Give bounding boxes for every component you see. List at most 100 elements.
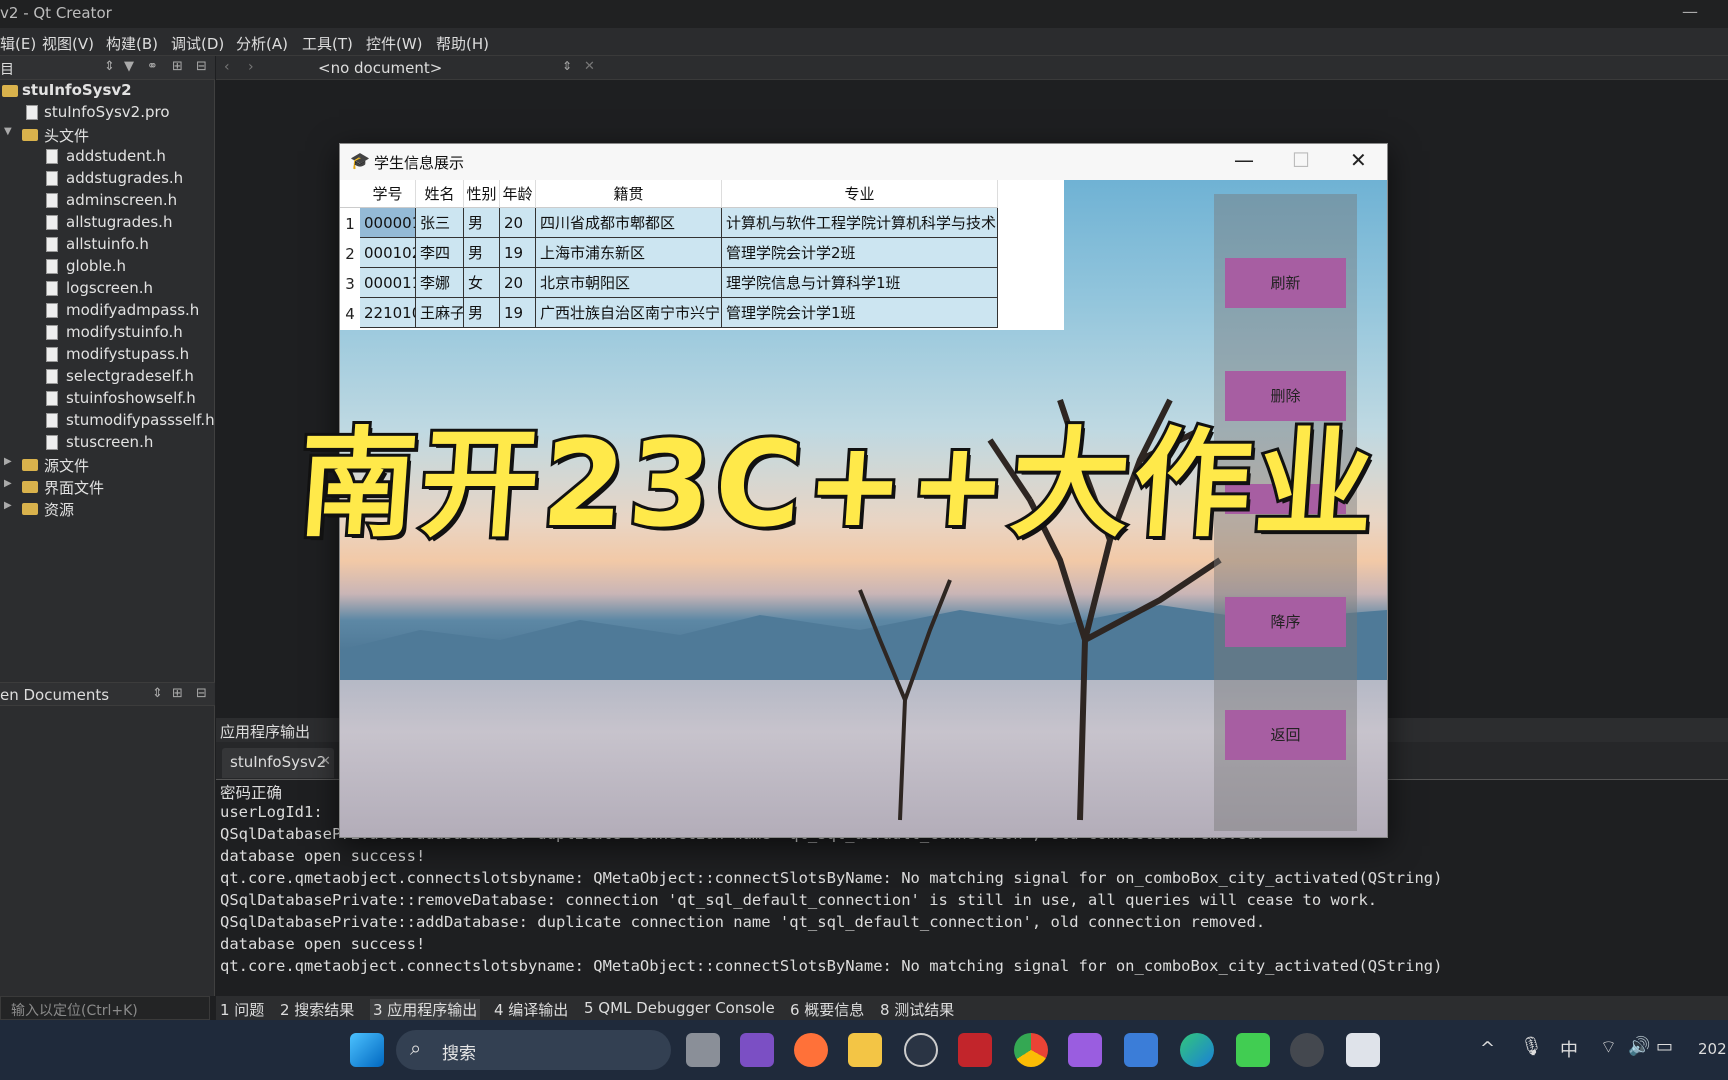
tree-file[interactable]: addstudent.h (0, 146, 215, 168)
status-tab-issues[interactable]: 1 问题 (220, 999, 264, 1020)
menu-controls[interactable]: 控件(W) (366, 33, 423, 54)
close-icon[interactable]: ✕ (1350, 148, 1367, 172)
cell-id[interactable]: 000001 (360, 208, 416, 238)
maximize-icon[interactable]: ☐ (1292, 148, 1310, 172)
column-header-major[interactable]: 专业 (722, 180, 998, 208)
tree-file[interactable]: modifystuinfo.h (0, 322, 215, 344)
cell-origin[interactable]: 广西壮族自治区南宁市兴宁区 (536, 298, 722, 328)
row-number[interactable]: 4 (340, 299, 360, 329)
tree-headers-folder[interactable]: ▼ 头文件 (0, 124, 215, 146)
microphone-icon[interactable]: 🎙 (1520, 1036, 1543, 1057)
tree-file[interactable]: logscreen.h (0, 278, 215, 300)
chevron-right-icon[interactable]: ▶ (4, 456, 12, 467)
cell-sex[interactable]: 男 (464, 238, 500, 268)
status-tab-search[interactable]: 2 搜索结果 (280, 999, 354, 1020)
menu-build[interactable]: 构建(B) (106, 33, 158, 54)
cell-major[interactable]: 计算机与软件工程学院计算机科学与技术2班 (722, 208, 998, 238)
menu-analyze[interactable]: 分析(A) (236, 33, 288, 54)
forward-icon[interactable]: › (248, 59, 254, 75)
cell-age[interactable]: 19 (500, 298, 536, 328)
chevron-right-icon[interactable]: ▶ (4, 500, 12, 511)
cell-major[interactable]: 管理学院会计学2班 (722, 238, 998, 268)
tree-file[interactable]: addstugrades.h (0, 168, 215, 190)
cell-name[interactable]: 李娜 (416, 268, 464, 298)
refresh-button[interactable]: 刷新 (1225, 258, 1346, 308)
cell-major[interactable]: 管理学院会计学1班 (722, 298, 998, 328)
column-header-sex[interactable]: 性别 (464, 180, 500, 208)
close-panel-icon[interactable]: ⊟ (196, 686, 207, 701)
filter-icon[interactable]: ▼ (124, 59, 134, 74)
menu-view[interactable]: 视图(V) (42, 33, 94, 54)
tree-file[interactable]: allstugrades.h (0, 212, 215, 234)
status-tab-tests[interactable]: 8 测试结果 (880, 999, 954, 1020)
back-icon[interactable]: ‹ (224, 59, 230, 75)
student-table[interactable]: 学号 姓名 性别 年龄 籍贯 专业 1 000001 张三 男 20 四川省成都… (340, 180, 1064, 330)
chevron-down-icon[interactable]: ▼ (4, 126, 12, 137)
document-selector[interactable]: <no document> (318, 59, 442, 77)
cell-age[interactable]: 20 (500, 208, 536, 238)
mcafee-icon[interactable] (958, 1033, 992, 1067)
tree-file[interactable]: modifyadmpass.h (0, 300, 215, 322)
locator-input[interactable]: 输入以定位(Ctrl+K) (0, 996, 210, 1020)
chrome-icon[interactable] (1014, 1033, 1048, 1067)
chevron-up-icon[interactable]: ^ (1480, 1038, 1495, 1059)
tree-file[interactable]: selectgradeself.h (0, 366, 215, 388)
cell-major[interactable]: 理学院信息与计算科学1班 (722, 268, 998, 298)
link-icon[interactable]: ⚭ (147, 59, 158, 74)
tree-pro-file[interactable]: stuInfoSysv2.pro (0, 102, 215, 124)
sort-icon[interactable]: ⇕ (104, 59, 115, 74)
chevron-right-icon[interactable]: ▶ (4, 478, 12, 489)
output-tab[interactable]: stuInfoSysv2 ✕ (222, 748, 334, 778)
row-number[interactable]: 2 (340, 239, 360, 269)
cell-origin[interactable]: 北京市朝阳区 (536, 268, 722, 298)
file-explorer-icon[interactable] (848, 1033, 882, 1067)
firefox-icon[interactable] (794, 1033, 828, 1067)
status-tab-app-output[interactable]: 3 应用程序输出 (370, 999, 481, 1020)
cell-sex[interactable]: 男 (464, 208, 500, 238)
visual-studio-icon[interactable] (740, 1033, 774, 1067)
menu-edit[interactable]: 辑(E) (0, 33, 36, 54)
ime-indicator[interactable]: 中 (1560, 1036, 1578, 1062)
split-icon[interactable]: ⊞ (172, 686, 183, 701)
tree-file[interactable]: allstuinfo.h (0, 234, 215, 256)
battery-icon[interactable]: ▭ (1656, 1036, 1673, 1057)
minimize-icon[interactable]: — (1234, 148, 1254, 172)
tree-file[interactable]: stuinfoshowself.h (0, 388, 215, 410)
descending-button[interactable]: 降序 (1225, 597, 1346, 647)
github-icon[interactable] (1290, 1033, 1324, 1067)
tree-forms-folder[interactable]: ▶ 界面文件 (0, 476, 215, 498)
split-icon[interactable]: ⊞ (172, 59, 183, 74)
close-panel-icon[interactable]: ⊟ (196, 59, 207, 74)
back-button[interactable]: 返回 (1225, 710, 1346, 760)
cell-origin[interactable]: 四川省成都市郫都区 (536, 208, 722, 238)
task-view-icon[interactable] (686, 1033, 720, 1067)
cell-name[interactable]: 张三 (416, 208, 464, 238)
cell-age[interactable]: 19 (500, 238, 536, 268)
qt-creator-icon[interactable] (1236, 1033, 1270, 1067)
tree-file[interactable]: modifystupass.h (0, 344, 215, 366)
column-header-id[interactable]: 学号 (360, 180, 416, 208)
visual-studio-code-icon[interactable] (1068, 1033, 1102, 1067)
tree-sources-folder[interactable]: ▶ 源文件 (0, 454, 215, 476)
tree-file[interactable]: stumodifypassself.h (0, 410, 215, 432)
volume-icon[interactable]: 🔊 (1628, 1036, 1650, 1057)
column-header-age[interactable]: 年龄 (500, 180, 536, 208)
cell-age[interactable]: 20 (500, 268, 536, 298)
status-tab-compile[interactable]: 4 编译输出 (494, 999, 568, 1020)
cell-name[interactable]: 王麻子 (416, 298, 464, 328)
cell-name[interactable]: 李四 (416, 238, 464, 268)
cell-id[interactable]: 221010 (360, 298, 416, 328)
sort-icon[interactable]: ⇕ (152, 686, 163, 701)
menu-debug[interactable]: 调试(D) (171, 33, 224, 54)
row-number[interactable]: 1 (340, 209, 360, 239)
clock-text[interactable]: 202 (1698, 1040, 1727, 1058)
chevron-updown-icon[interactable]: ⇕ (562, 59, 572, 73)
close-document-icon[interactable]: ✕ (584, 59, 595, 74)
row-number[interactable]: 3 (340, 269, 360, 299)
tree-file[interactable]: globle.h (0, 256, 215, 278)
column-header-name[interactable]: 姓名 (416, 180, 464, 208)
wifi-icon[interactable]: ⌔ (1600, 1036, 1617, 1059)
store-icon[interactable] (1124, 1033, 1158, 1067)
edge-icon[interactable] (1180, 1033, 1214, 1067)
close-tab-icon[interactable]: ✕ (320, 754, 331, 769)
